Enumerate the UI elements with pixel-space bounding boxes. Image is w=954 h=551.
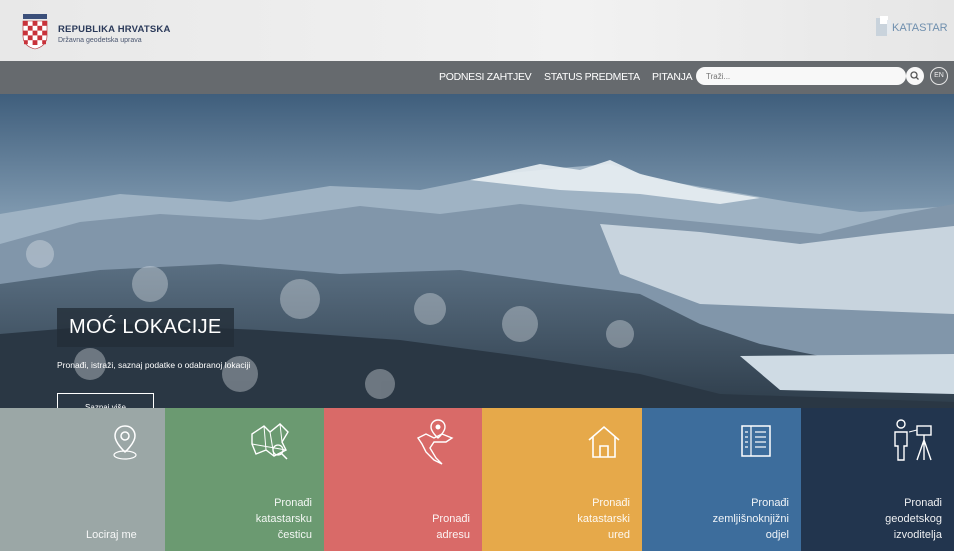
location-pin-icon <box>113 425 137 460</box>
nav-questions[interactable]: PITANJA <box>652 71 693 83</box>
katastar-logo-icon[interactable] <box>876 16 892 38</box>
quick-links: Lociraj me Pronađi katastarsku česticu P… <box>0 408 954 551</box>
search-button[interactable] <box>906 67 924 85</box>
tile-locate-me-label: Lociraj me <box>86 529 137 541</box>
language-button[interactable]: EN <box>930 67 948 85</box>
nav-submit-request[interactable]: PODNESI ZAHTJEV <box>439 71 532 83</box>
search-input[interactable] <box>696 67 906 85</box>
tile-locate-me[interactable]: Lociraj me <box>0 408 165 551</box>
tile-find-address[interactable]: Pronađi adresu <box>324 408 482 551</box>
tile-find-land-registry[interactable]: Pronađi zemljišnoknjižni odjel <box>642 408 801 551</box>
learn-more-button[interactable]: Saznaj više <box>57 393 154 408</box>
hero-title: MOĆ LOKACIJE <box>69 316 222 338</box>
search-icon <box>910 71 919 80</box>
tile-find-surveyor-label: Pronađi geodetskog izvoditelja <box>885 497 942 541</box>
katastar-label[interactable]: KATASTAR <box>892 22 948 34</box>
tile-find-parcel-label: Pronađi katastarsku česticu <box>255 497 312 541</box>
land-registry-book-icon <box>741 425 771 457</box>
page: REPUBLIKA HRVATSKA Državna geodetska upr… <box>0 0 954 551</box>
tile-find-cadastral-office-label: Pronađi katastarski ured <box>577 497 630 541</box>
surveyor-icon <box>894 419 932 461</box>
tile-find-surveyor[interactable]: Pronađi geodetskog izvoditelja <box>801 408 954 551</box>
brand-title[interactable]: REPUBLIKA HRVATSKA <box>58 24 171 35</box>
coat-of-arms-icon[interactable] <box>20 12 50 50</box>
tile-find-land-registry-label: Pronađi zemljišnoknjižni odjel <box>712 497 789 541</box>
croatia-map-pin-icon <box>416 419 454 465</box>
header-bar: REPUBLIKA HRVATSKA Državna geodetska upr… <box>0 0 954 61</box>
house-icon <box>588 425 620 458</box>
brand-subtitle: Državna geodetska uprava <box>58 37 142 44</box>
nav-case-status[interactable]: STATUS PREDMETA <box>544 71 640 83</box>
tile-find-cadastral-office[interactable]: Pronađi katastarski ured <box>482 408 642 551</box>
tile-find-address-label: Pronađi adresu <box>432 513 470 541</box>
hero-title-box: MOĆ LOKACIJE <box>57 308 234 347</box>
hero-subtitle: Pronađi, istraži, saznaj podatke o odabr… <box>57 360 251 370</box>
parcel-map-icon <box>251 423 289 460</box>
tile-find-parcel[interactable]: Pronađi katastarsku česticu <box>165 408 324 551</box>
hero-banner: MOĆ LOKACIJE Pronađi, istraži, saznaj po… <box>0 94 954 408</box>
